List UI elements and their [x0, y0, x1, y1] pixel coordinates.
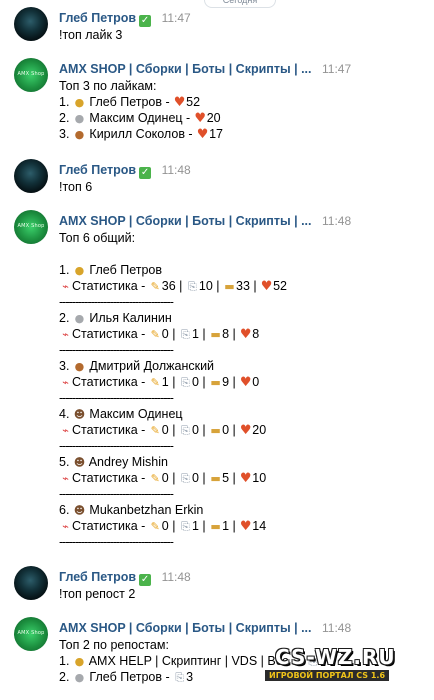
- verified-icon: ✓: [139, 574, 152, 586]
- heart-icon: ♥: [239, 375, 252, 390]
- avatar[interactable]: AMX Shop: [14, 210, 48, 244]
- person-icon: ☻: [73, 408, 86, 421]
- ruler-icon: ▬: [224, 280, 235, 293]
- gold-medal-icon: ●: [74, 96, 85, 109]
- verified-icon: ✓: [139, 167, 152, 179]
- heart-icon: ♥: [194, 111, 207, 126]
- heart-icon: ♥: [196, 127, 209, 142]
- list-item: 5. ☻ Andrey Mishin ⌁ Статистика - ✎ 0 | ⎘ 0…: [59, 454, 428, 502]
- message-gleb-3: Глеб Петров ✓ 11:48 !топ репост 2: [14, 566, 428, 602]
- gold-medal-icon: ●: [74, 655, 85, 668]
- message-title: Топ 3 по лайкам:: [59, 79, 157, 93]
- heart-icon: ♥: [260, 279, 273, 294]
- paperclip-icon: ⎘: [181, 328, 190, 341]
- chart-icon: ⌁: [62, 424, 69, 437]
- paperclip-icon: ⎘: [181, 424, 190, 437]
- heart-icon: ♥: [239, 423, 252, 438]
- chart-icon: ⌁: [62, 520, 69, 533]
- chart-icon: ⌁: [62, 472, 69, 485]
- message-text: !топ репост 2: [59, 587, 136, 601]
- ruler-icon: ▬: [210, 520, 221, 533]
- paperclip-icon: ⎘: [187, 280, 197, 293]
- pencil-icon: ✎: [150, 520, 160, 533]
- message-title: Топ 6 общий:: [59, 231, 136, 245]
- separator: ------------------------------------: [59, 535, 174, 549]
- message-amx-1: AMX Shop AMX SHOP | Сборки | Боты | Скри…: [14, 58, 428, 142]
- ruler-icon: ▬: [210, 376, 221, 389]
- list-item: 4. ☻ Максим Одинец ⌁ Статистика - ✎ 0 | ⎘ 0…: [59, 406, 428, 454]
- silver-medal-icon: ●: [74, 312, 85, 325]
- author-name[interactable]: Глеб Петров: [59, 11, 136, 25]
- ruler-icon: ▬: [210, 424, 221, 437]
- heart-icon: ♥: [239, 327, 252, 342]
- message-time[interactable]: 11:48: [322, 214, 351, 228]
- list-item: 1. ● Глеб Петров ⌁ Статистика - ✎ 36 | ⎘ 10…: [59, 262, 428, 310]
- list-item: 6. ☻ Mukanbetzhan Erkin ⌁ Статистика - ✎ 0…: [59, 502, 428, 550]
- separator: ------------------------------------: [59, 439, 174, 453]
- author-name[interactable]: AMX SHOP | Сборки | Боты | Скрипты | ...: [59, 62, 312, 76]
- heart-icon: ♥: [239, 519, 252, 534]
- avatar[interactable]: [14, 159, 48, 193]
- pencil-icon: ✎: [150, 328, 160, 341]
- message-time[interactable]: 11:47: [322, 62, 351, 76]
- author-name[interactable]: AMX SHOP | Сборки | Боты | Скрипты | ...: [59, 621, 312, 635]
- avatar[interactable]: [14, 7, 48, 41]
- avatar[interactable]: AMX Shop: [14, 617, 48, 651]
- message-text: !топ 6: [59, 180, 93, 194]
- message-amx-2: AMX Shop AMX SHOP | Сборки | Боты | Скри…: [14, 210, 428, 550]
- author-name[interactable]: Глеб Петров: [59, 163, 136, 177]
- message-time[interactable]: 11:48: [162, 163, 191, 177]
- site-watermark-logo: CS-WZ.RU ИГРОВОЙ ПОРТАЛ CS 1.6: [263, 641, 413, 689]
- separator: ------------------------------------: [59, 295, 174, 309]
- chart-icon: ⌁: [62, 376, 69, 389]
- author-name[interactable]: AMX SHOP | Сборки | Боты | Скрипты | ...: [59, 214, 312, 228]
- author-name[interactable]: Глеб Петров: [59, 570, 136, 584]
- silver-medal-icon: ●: [74, 112, 85, 125]
- ruler-icon: ▬: [210, 328, 221, 341]
- message-time[interactable]: 11:48: [162, 570, 191, 584]
- list-item: 2. ● Илья Калинин ⌁ Статистика - ✎ 0 | ⎘ 1 …: [59, 310, 428, 358]
- heart-icon: ♥: [173, 95, 186, 110]
- heart-icon: ♥: [239, 471, 252, 486]
- pencil-icon: ✎: [150, 424, 160, 437]
- person-icon: ☻: [73, 504, 86, 517]
- message-time[interactable]: 11:48: [322, 621, 351, 635]
- separator: ------------------------------------: [59, 343, 174, 357]
- message-time[interactable]: 11:47: [162, 11, 191, 25]
- avatar[interactable]: [14, 566, 48, 600]
- chart-icon: ⌁: [62, 280, 69, 293]
- pencil-icon: ✎: [150, 472, 160, 485]
- list-item: 3. ● Кирилл Соколов - ♥17: [59, 127, 223, 142]
- pencil-icon: ✎: [150, 280, 160, 293]
- paperclip-icon: ⎘: [181, 472, 190, 485]
- gold-medal-icon: ●: [74, 264, 85, 277]
- separator: ------------------------------------: [59, 391, 174, 405]
- verified-icon: ✓: [139, 15, 152, 27]
- message-gleb-1: Глеб Петров ✓ 11:47 !топ лайк 3: [14, 7, 428, 43]
- paperclip-icon: ⎘: [181, 376, 190, 389]
- message-gleb-2: Глеб Петров ✓ 11:48 !топ 6: [14, 159, 428, 195]
- bronze-medal-icon: ●: [74, 360, 85, 373]
- ruler-icon: ▬: [210, 472, 221, 485]
- paperclip-icon: ⎘: [181, 520, 190, 533]
- list-item: 2. ● Максим Одинец - ♥20: [59, 111, 221, 126]
- separator: ------------------------------------: [59, 487, 174, 501]
- bronze-medal-icon: ●: [74, 128, 85, 141]
- chart-icon: ⌁: [62, 328, 69, 341]
- list-item: 3. ● Дмитрий Должанский ⌁ Статистика - ✎ 1…: [59, 358, 428, 406]
- pencil-icon: ✎: [150, 376, 160, 389]
- avatar[interactable]: AMX Shop: [14, 58, 48, 92]
- paperclip-icon: ⎘: [175, 671, 185, 684]
- list-item: 1. ● Глеб Петров - ♥52: [59, 95, 201, 110]
- message-text: !топ лайк 3: [59, 28, 123, 42]
- silver-medal-icon: ●: [74, 671, 85, 684]
- person-icon: ☻: [73, 456, 86, 469]
